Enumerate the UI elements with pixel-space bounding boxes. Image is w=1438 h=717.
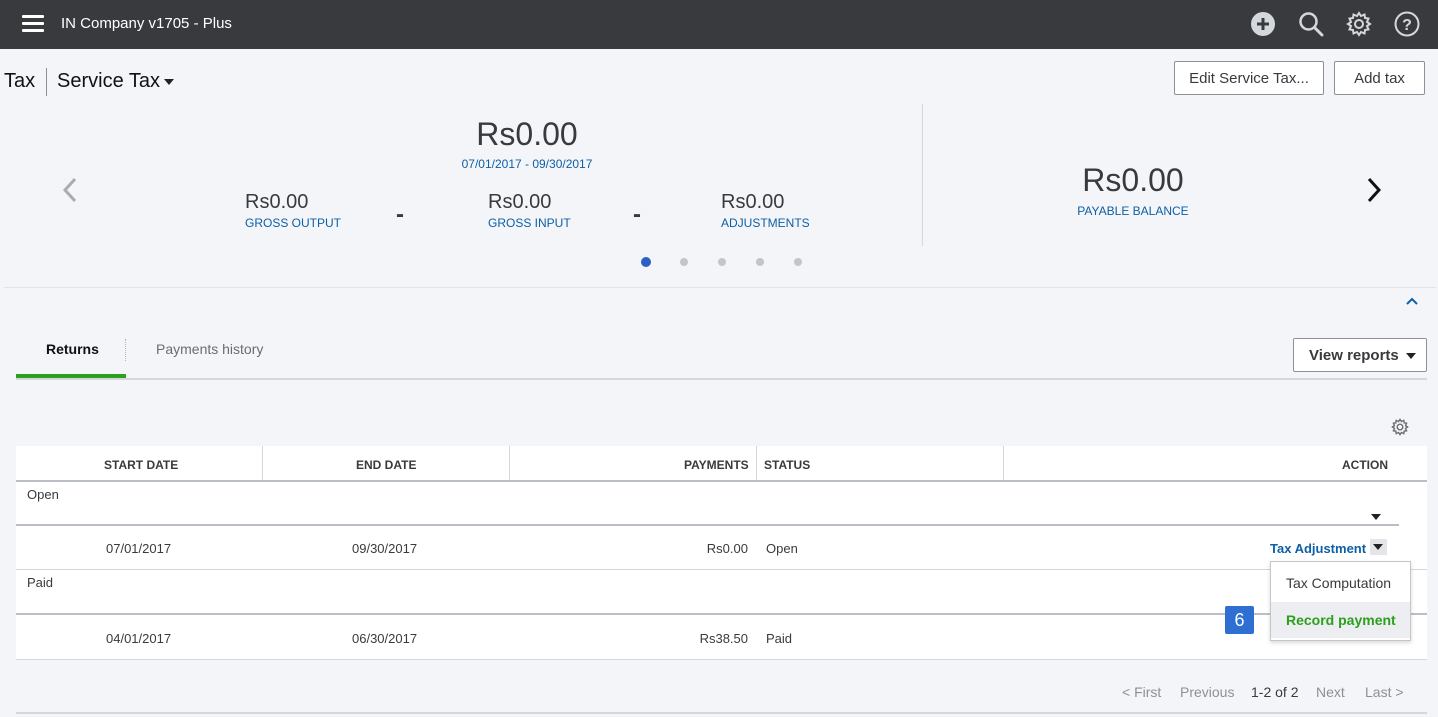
row-start-date: 07/01/2017: [106, 541, 172, 556]
caret-down-icon: [1373, 544, 1383, 550]
top-bar: IN Company v1705 - Plus ?: [0, 0, 1438, 49]
tax-select-label: Service Tax: [57, 70, 161, 92]
col-start-date[interactable]: START DATE: [104, 458, 178, 472]
carousel-dot[interactable]: [756, 258, 764, 266]
group-label-open: Open: [27, 487, 59, 502]
adjustments-amount: Rs0.00: [721, 191, 785, 213]
pager-range: 1-2 of 2: [1251, 684, 1299, 700]
row-status: Paid: [766, 631, 793, 646]
pager-previous[interactable]: Previous: [1180, 684, 1234, 700]
minus-operator: -: [396, 201, 404, 228]
header-divider: [16, 480, 1427, 482]
payable-balance-amount: Rs0.00: [1082, 162, 1184, 198]
caret-down-icon: [1406, 353, 1416, 359]
section-divider: [4, 287, 1436, 288]
carousel-next-icon[interactable]: [1364, 176, 1384, 209]
col-end-date[interactable]: END DATE: [356, 458, 416, 472]
page-title: Tax: [4, 70, 36, 92]
row-status: Open: [766, 541, 798, 556]
table-settings-gear-icon[interactable]: [1391, 418, 1409, 441]
menu-item-record-payment[interactable]: Record payment: [1271, 602, 1410, 638]
tab-separator: [125, 339, 126, 361]
menu-item-tax-computation[interactable]: Tax Computation: [1271, 565, 1410, 601]
tax-period[interactable]: 07/01/2017 - 09/30/2017: [427, 157, 627, 171]
pager-first[interactable]: < First: [1122, 684, 1161, 700]
company-name: IN Company v1705 - Plus: [61, 15, 232, 32]
help-icon[interactable]: ?: [1394, 11, 1420, 37]
row-payments: Rs0.00: [706, 541, 748, 556]
plus-circle-icon[interactable]: [1250, 11, 1276, 37]
title-divider: [46, 68, 47, 96]
menu-icon[interactable]: [22, 15, 44, 33]
add-tax-button[interactable]: Add tax: [1334, 61, 1425, 95]
returns-table: START DATE END DATE PAYMENTS STATUS ACTI…: [16, 446, 1427, 660]
gross-output-label[interactable]: GROSS OUTPUT: [245, 216, 341, 230]
edit-service-tax-button[interactable]: Edit Service Tax...: [1174, 61, 1324, 95]
tab-returns[interactable]: Returns: [46, 341, 99, 357]
view-reports-button[interactable]: View reports: [1293, 338, 1427, 372]
summary-divider: [922, 104, 923, 246]
action-menu-toggle[interactable]: [1370, 539, 1387, 555]
carousel-dot[interactable]: [718, 258, 726, 266]
total-tax-amount: Rs0.00: [476, 116, 578, 152]
carousel-prev-icon[interactable]: [60, 176, 80, 209]
step-badge: 6: [1225, 606, 1254, 634]
pager-last[interactable]: Last >: [1365, 684, 1404, 700]
svg-text:?: ?: [1402, 17, 1412, 34]
gross-input-amount: Rs0.00: [488, 191, 552, 213]
collapse-chevron-up-icon[interactable]: [1405, 293, 1419, 311]
payable-balance-label[interactable]: PAYABLE BALANCE: [1033, 204, 1233, 218]
tax-adjustment-link[interactable]: Tax Adjustment: [1270, 541, 1366, 556]
gear-icon[interactable]: [1346, 11, 1372, 37]
view-reports-label: View reports: [1309, 346, 1399, 364]
group-label-paid: Paid: [27, 575, 54, 590]
row-start-date: 04/01/2017: [106, 631, 172, 646]
caret-down-icon: [164, 78, 175, 85]
row-end-date: 09/30/2017: [352, 541, 418, 556]
action-dropdown-menu: Tax Computation Record payment: [1270, 561, 1411, 641]
pager-next[interactable]: Next: [1316, 684, 1345, 700]
row-end-date: 06/30/2017: [352, 631, 418, 646]
tab-baseline: [16, 378, 1427, 380]
row-payments: Rs38.50: [699, 631, 748, 646]
search-icon[interactable]: [1298, 11, 1324, 37]
col-action: ACTION: [1342, 458, 1388, 472]
minus-operator: -: [633, 201, 641, 228]
bottom-divider: [16, 712, 1427, 714]
adjustments-label[interactable]: ADJUSTMENTS: [721, 216, 810, 230]
tax-agency-select[interactable]: Service Tax: [57, 70, 175, 93]
gross-input-label[interactable]: GROSS INPUT: [488, 216, 571, 230]
carousel-dot[interactable]: [794, 258, 802, 266]
tab-payments-history[interactable]: Payments history: [156, 341, 263, 357]
col-status[interactable]: STATUS: [764, 458, 810, 472]
carousel-dot[interactable]: [641, 257, 651, 267]
carousel-dot[interactable]: [680, 258, 688, 266]
gross-output-amount: Rs0.00: [245, 191, 309, 213]
col-payments[interactable]: PAYMENTS: [684, 458, 749, 472]
